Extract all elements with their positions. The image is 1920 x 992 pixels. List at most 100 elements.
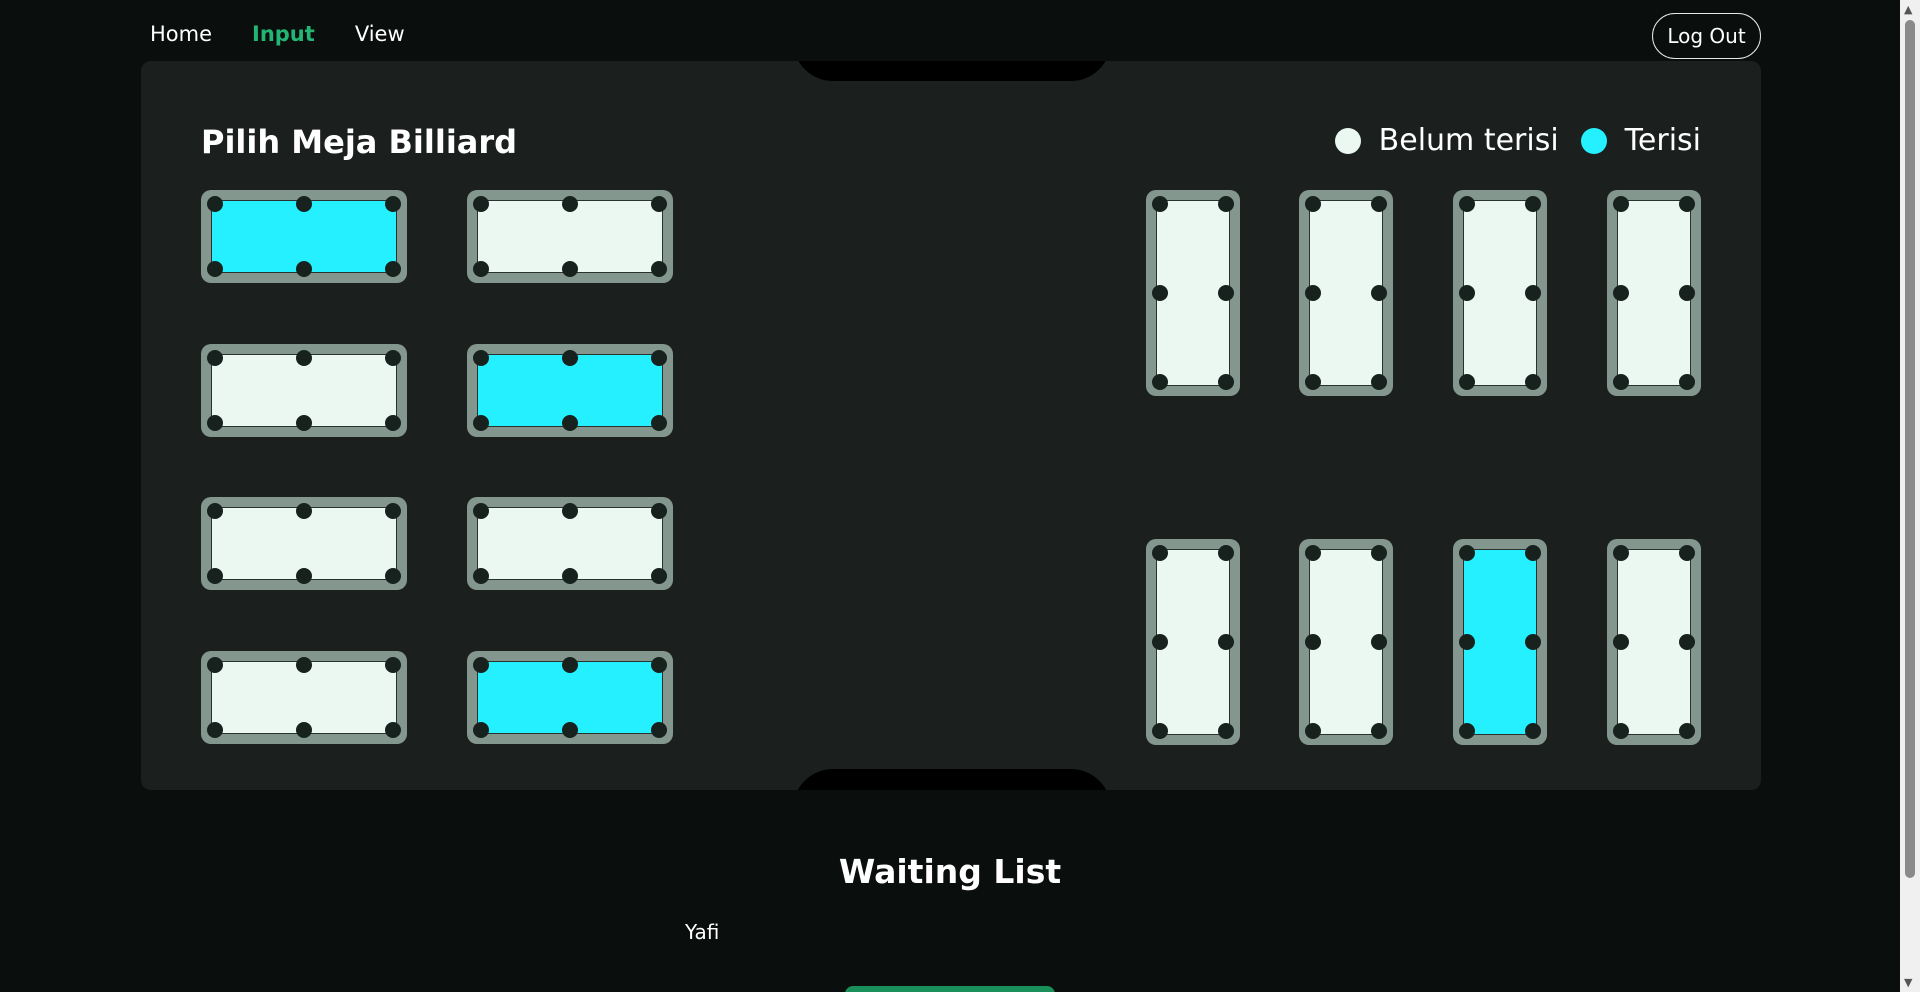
table-pocket (473, 415, 489, 431)
table-pocket (1152, 374, 1168, 390)
table-pocket (651, 350, 667, 366)
scroll-down-icon[interactable]: ▼ (1904, 976, 1912, 989)
table-pocket (1525, 545, 1541, 561)
legend: Belum terisi Terisi (1313, 123, 1701, 158)
table-pocket (651, 196, 667, 212)
logout-button[interactable]: Log Out (1652, 13, 1761, 59)
billiard-table-left-4[interactable] (467, 344, 673, 437)
scroll-up-icon[interactable]: ▲ (1904, 3, 1912, 16)
scrollbar[interactable]: ▲ ▼ (1900, 0, 1920, 992)
table-pocket (562, 568, 578, 584)
legend-occupied-dot (1580, 127, 1607, 154)
table-pocket (385, 415, 401, 431)
table-pocket (1679, 545, 1695, 561)
billiard-table-right-2[interactable] (1299, 190, 1393, 396)
room-top-notch (793, 61, 1111, 81)
table-pocket (473, 657, 489, 673)
table-pocket (1525, 634, 1541, 650)
table-pocket (1371, 374, 1387, 390)
table-pocket (651, 503, 667, 519)
table-pocket (385, 503, 401, 519)
table-pocket (207, 722, 223, 738)
legend-item-occupied: Terisi (1580, 123, 1701, 158)
table-pocket (385, 196, 401, 212)
table-pocket (1679, 285, 1695, 301)
table-pocket (651, 568, 667, 584)
billiard-table-right-4[interactable] (1607, 190, 1701, 396)
billiard-table-left-5[interactable] (201, 497, 407, 590)
billiard-table-right-8[interactable] (1607, 539, 1701, 745)
legend-empty-label: Belum terisi (1378, 123, 1559, 158)
table-pocket (1371, 545, 1387, 561)
page: Home Input View Log Out Pilih Meja Billi… (0, 0, 1920, 992)
nav-view-link[interactable]: View (355, 22, 405, 46)
table-pocket (562, 503, 578, 519)
table-pocket (207, 415, 223, 431)
table-pocket (1613, 634, 1629, 650)
nav-home-link[interactable]: Home (150, 22, 212, 46)
scroll-thumb[interactable] (1905, 20, 1915, 878)
table-pocket (473, 503, 489, 519)
table-pocket (1305, 545, 1321, 561)
table-pocket (1679, 634, 1695, 650)
table-pocket (296, 350, 312, 366)
table-pocket (1459, 374, 1475, 390)
table-pocket (1525, 374, 1541, 390)
billiard-table-left-3[interactable] (201, 344, 407, 437)
table-pocket (1218, 196, 1234, 212)
billiard-table-left-6[interactable] (467, 497, 673, 590)
table-pocket (562, 657, 578, 673)
navbar: Home Input View Log Out (0, 0, 1900, 70)
legend-occupied-label: Terisi (1624, 123, 1701, 158)
table-pocket (207, 350, 223, 366)
table-pocket (1218, 545, 1234, 561)
table-pocket (473, 196, 489, 212)
billiard-table-right-5[interactable] (1146, 539, 1240, 745)
table-pocket (1525, 285, 1541, 301)
table-pocket (1152, 723, 1168, 739)
table-pocket (207, 568, 223, 584)
table-pocket (1305, 634, 1321, 650)
billiard-table-right-7[interactable] (1453, 539, 1547, 745)
table-pocket (1459, 634, 1475, 650)
table-pocket (1613, 285, 1629, 301)
table-pocket (385, 722, 401, 738)
table-pocket (1613, 545, 1629, 561)
table-pocket (1218, 634, 1234, 650)
billiard-room-panel: Pilih Meja Billiard Belum terisi Terisi (141, 61, 1761, 790)
billiard-table-right-6[interactable] (1299, 539, 1393, 745)
table-pocket (385, 261, 401, 277)
table-pocket (473, 722, 489, 738)
billiard-table-right-3[interactable] (1453, 190, 1547, 396)
table-pocket (1459, 285, 1475, 301)
table-pocket (562, 350, 578, 366)
table-pocket (1371, 196, 1387, 212)
nav-input-link[interactable]: Input (252, 22, 315, 46)
table-pocket (1459, 196, 1475, 212)
table-pocket (1371, 285, 1387, 301)
table-pocket (385, 657, 401, 673)
billiard-table-left-7[interactable] (201, 651, 407, 744)
table-pocket (1371, 723, 1387, 739)
table-pocket (1459, 723, 1475, 739)
table-pocket (207, 261, 223, 277)
table-pocket (207, 503, 223, 519)
table-pocket (562, 261, 578, 277)
table-pocket (1152, 545, 1168, 561)
table-pocket (1218, 374, 1234, 390)
billiard-table-left-1[interactable] (201, 190, 407, 283)
billiard-table-left-2[interactable] (467, 190, 673, 283)
waiting-list-item: Yafi (685, 920, 720, 944)
table-pocket (1459, 545, 1475, 561)
room-title: Pilih Meja Billiard (201, 123, 518, 161)
table-pocket (1679, 196, 1695, 212)
table-pocket (1152, 285, 1168, 301)
waiting-list-title: Waiting List (838, 852, 1062, 891)
billiard-table-left-8[interactable] (467, 651, 673, 744)
table-pocket (1305, 374, 1321, 390)
waiting-list-button[interactable] (845, 986, 1055, 992)
table-pocket (473, 350, 489, 366)
table-pocket (1218, 285, 1234, 301)
billiard-table-right-1[interactable] (1146, 190, 1240, 396)
table-pocket (1525, 723, 1541, 739)
